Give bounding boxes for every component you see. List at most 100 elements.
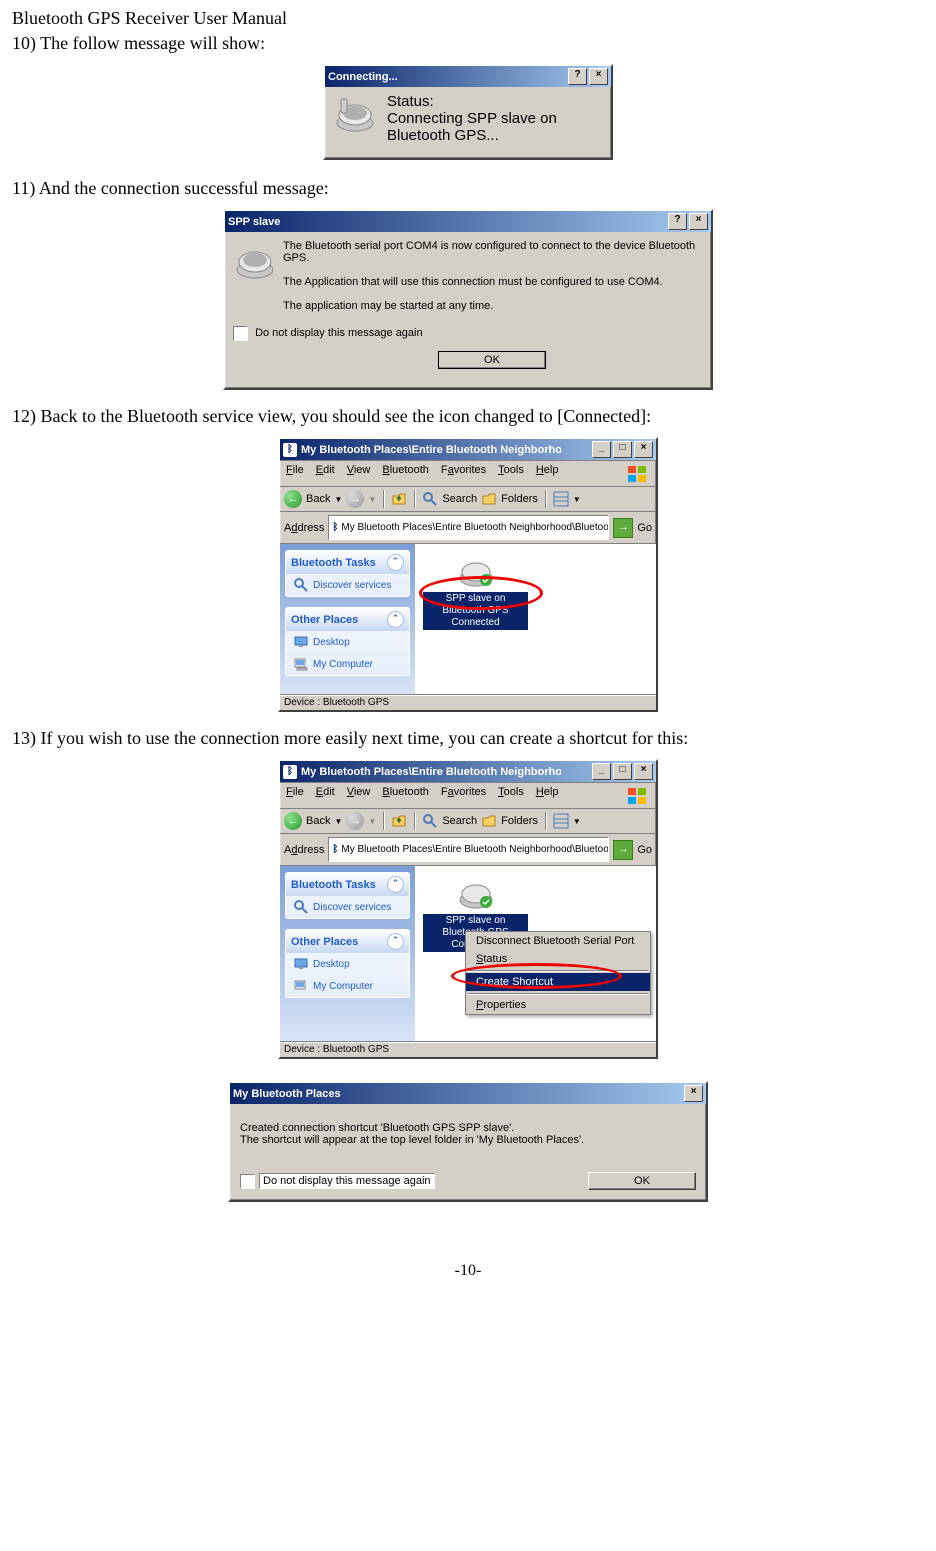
back-label[interactable]: Back <box>306 815 330 827</box>
my-computer-link[interactable]: My Computer <box>286 653 409 675</box>
forward-button: → <box>346 490 364 508</box>
menu-help[interactable]: Help <box>536 464 559 484</box>
menu-favorites[interactable]: Favorites <box>441 464 486 484</box>
chevron-down-icon[interactable]: ▼ <box>368 495 376 504</box>
menu-bluetooth[interactable]: Bluetooth <box>382 786 429 806</box>
menubar: File Edit View Bluetooth Favorites Tools… <box>280 460 656 486</box>
minimize-icon[interactable]: _ <box>592 763 611 780</box>
search-icon[interactable] <box>422 813 438 829</box>
item-label-2: Connected <box>451 617 499 628</box>
folders-label[interactable]: Folders <box>501 493 538 505</box>
menu-tools[interactable]: Tools <box>498 464 524 484</box>
ok-button[interactable]: OK <box>438 351 546 369</box>
status-line2: Bluetooth GPS... <box>387 127 557 144</box>
toolbar: ← Back ▼ → ▼ Search Folders ▼ <box>280 486 656 511</box>
page-number: -10- <box>12 1262 924 1280</box>
go-label[interactable]: Go <box>637 522 652 534</box>
dont-show-checkbox[interactable] <box>240 1174 255 1189</box>
close-icon[interactable]: × <box>689 213 708 230</box>
bluetooth-tasks-heading: Bluetooth Tasks <box>291 557 376 569</box>
menu-file[interactable]: File <box>286 464 304 484</box>
ctx-create-shortcut[interactable]: Create Shortcut <box>466 973 650 991</box>
bluetooth-explorer-window: ᛒ My Bluetooth Places\Entire Bluetooth N… <box>278 437 658 712</box>
menu-edit[interactable]: Edit <box>316 464 335 484</box>
serial-port-icon <box>333 93 377 137</box>
up-folder-icon[interactable] <box>391 491 407 507</box>
info-line1: The Bluetooth serial port COM4 is now co… <box>283 240 701 264</box>
info-line3: The application may be started at any ti… <box>283 300 701 312</box>
help-icon[interactable]: ? <box>568 68 587 85</box>
my-computer-link[interactable]: My Computer <box>286 975 409 997</box>
titlebar: Connecting... ? × <box>325 66 611 87</box>
info-line2: The Application that will use this conne… <box>283 276 701 288</box>
dont-show-checkbox[interactable] <box>233 326 248 341</box>
folders-icon[interactable] <box>481 813 497 829</box>
title-text: Connecting... <box>328 71 398 83</box>
desktop-link[interactable]: Desktop <box>286 953 409 975</box>
ctx-disconnect[interactable]: Disconnect Bluetooth Serial Port <box>466 932 650 950</box>
close-icon[interactable]: × <box>634 441 653 458</box>
address-field[interactable]: ᛒ My Bluetooth Places\Entire Bluetooth N… <box>328 837 609 862</box>
ok-button[interactable]: OK <box>588 1172 696 1190</box>
discover-services-link[interactable]: Discover services <box>286 896 409 918</box>
forward-button: → <box>346 812 364 830</box>
search-label[interactable]: Search <box>442 493 477 505</box>
titlebar: ᛒ My Bluetooth Places\Entire Bluetooth N… <box>280 761 656 782</box>
windows-logo-icon <box>626 464 650 484</box>
menu-edit[interactable]: Edit <box>316 786 335 806</box>
up-folder-icon[interactable] <box>391 813 407 829</box>
serial-port-connected-icon <box>456 552 496 592</box>
menu-view[interactable]: View <box>347 464 371 484</box>
collapse-icon[interactable]: ⌃ <box>387 554 404 571</box>
address-label: Address <box>284 522 324 534</box>
title-text: My Bluetooth Places\Entire Bluetooth Nei… <box>301 444 561 456</box>
windows-logo-icon <box>626 786 650 806</box>
minimize-icon[interactable]: _ <box>592 441 611 458</box>
shortcut-confirm-dialog: My Bluetooth Places × Created connection… <box>228 1081 708 1202</box>
info-line1: Created connection shortcut 'Bluetooth G… <box>240 1122 696 1134</box>
close-icon[interactable]: × <box>634 763 653 780</box>
search-icon[interactable] <box>422 491 438 507</box>
go-button[interactable]: → <box>613 518 633 538</box>
folders-icon[interactable] <box>481 491 497 507</box>
maximize-icon[interactable]: □ <box>613 441 632 458</box>
status-line1: Connecting SPP slave on <box>387 110 557 127</box>
ctx-properties[interactable]: Properties <box>466 996 650 1014</box>
computer-icon <box>293 656 309 672</box>
menu-bluetooth[interactable]: Bluetooth <box>382 464 429 484</box>
back-button[interactable]: ← <box>284 490 302 508</box>
statusbar: Device : Bluetooth GPS <box>280 694 656 710</box>
menu-help[interactable]: Help <box>536 786 559 806</box>
info-line2: The shortcut will appear at the top leve… <box>240 1134 696 1146</box>
menu-tools[interactable]: Tools <box>498 786 524 806</box>
menu-file[interactable]: File <box>286 786 304 806</box>
context-menu: Disconnect Bluetooth Serial Port Status … <box>465 931 651 1015</box>
step-10: 10) The follow message will show: <box>12 33 924 54</box>
back-label[interactable]: Back <box>306 493 330 505</box>
discover-services-link[interactable]: Discover services <box>286 574 409 596</box>
step-11: 11) And the connection successful messag… <box>12 178 924 199</box>
chevron-down-icon[interactable]: ▼ <box>334 495 342 504</box>
ctx-status[interactable]: Status <box>466 950 650 968</box>
collapse-icon[interactable]: ⌃ <box>387 611 404 628</box>
address-value: My Bluetooth Places\Entire Bluetooth Nei… <box>341 522 609 533</box>
dont-show-label: Do not display this message again <box>255 327 423 339</box>
bluetooth-icon: ᛒ <box>332 522 338 533</box>
step-13: 13) If you wish to use the connection mo… <box>12 728 924 749</box>
search-icon <box>293 577 309 593</box>
desktop-link[interactable]: Desktop <box>286 631 409 653</box>
menu-favorites[interactable]: Favorites <box>441 786 486 806</box>
menu-view[interactable]: View <box>347 786 371 806</box>
go-button[interactable]: → <box>613 840 633 860</box>
step-12: 12) Back to the Bluetooth service view, … <box>12 406 924 427</box>
help-icon[interactable]: ? <box>668 213 687 230</box>
address-field[interactable]: ᛒ My Bluetooth Places\Entire Bluetooth N… <box>328 515 609 540</box>
maximize-icon[interactable]: □ <box>613 763 632 780</box>
chevron-down-icon[interactable]: ▼ <box>573 495 581 504</box>
spp-slave-item[interactable]: SPP slave on Bluetooth GPS Connected <box>423 552 528 630</box>
views-icon[interactable] <box>553 813 569 829</box>
views-icon[interactable] <box>553 491 569 507</box>
back-button[interactable]: ← <box>284 812 302 830</box>
close-icon[interactable]: × <box>684 1085 703 1102</box>
close-icon[interactable]: × <box>589 68 608 85</box>
